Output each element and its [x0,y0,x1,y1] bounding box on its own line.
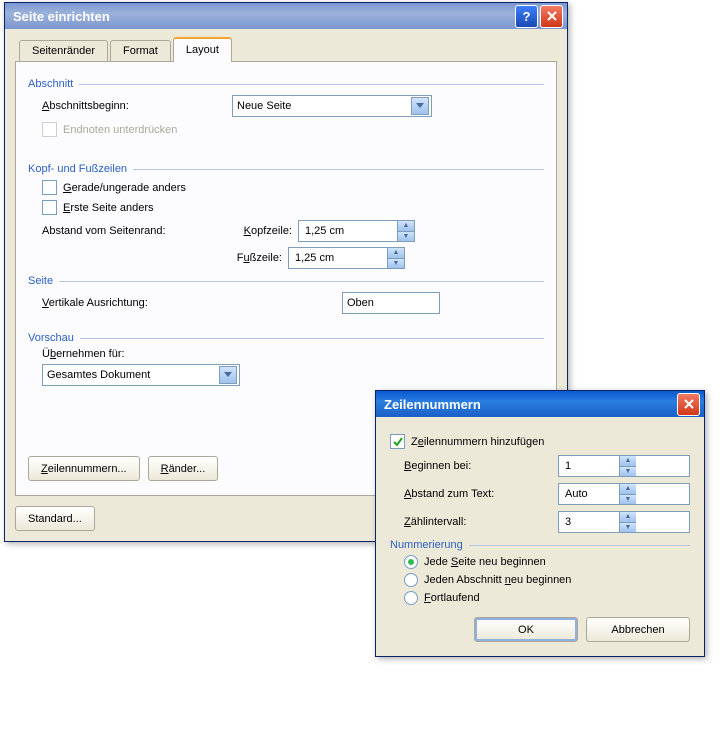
window-title: Zeilennummern [384,397,481,412]
add-line-numbers-checkbox[interactable] [390,434,405,449]
chevron-down-icon[interactable] [219,366,237,384]
odd-even-checkbox[interactable] [42,180,57,195]
spin-down-icon[interactable]: ▼ [397,231,414,242]
spin-up-icon[interactable]: ▲ [397,221,414,231]
line-numbers-button[interactable]: Zeilennummern... [28,456,140,481]
first-page-label: Erste Seite anders [63,202,154,214]
header-sublabel: Kopfzeile: [222,225,292,237]
tab-strip: Seitenränder Format Layout [15,37,557,62]
spin-down-icon[interactable]: ▼ [387,258,404,269]
first-page-checkbox[interactable] [42,200,57,215]
start-at-label: Beginnen bei: [404,460,548,472]
distance-text-spinner[interactable]: Auto ▲▼ [558,483,690,505]
distance-label: Abstand vom Seitenrand: [42,225,212,237]
preview-heading: Vorschau [28,332,544,344]
close-button[interactable] [540,5,563,28]
section-start-label: Abschnittsbeginn: [42,100,222,112]
restart-each-section-radio[interactable] [404,573,418,587]
header-footer-heading: Kopf- und Fußzeilen [28,163,544,175]
apply-to-label: Übernehmen für: [42,348,544,360]
add-line-numbers-label: Zeilennummern hinzufügen [411,436,544,448]
numbering-heading: Nummerierung [390,539,690,551]
count-interval-spinner[interactable]: 3 ▲▼ [558,511,690,533]
spin-down-icon[interactable]: ▼ [619,494,636,505]
spin-up-icon[interactable]: ▲ [619,484,636,494]
line-numbers-dialog: Zeilennummern Zeilennummern hinzufügen B… [375,390,705,657]
default-button[interactable]: Standard... [15,506,95,531]
section-start-dropdown[interactable]: Neue Seite [232,95,432,117]
restart-each-page-label: Jede Seite neu beginnen [424,556,546,568]
spin-down-icon[interactable]: ▼ [619,522,636,533]
restart-each-page-radio[interactable] [404,555,418,569]
tab-layout[interactable]: Layout [173,37,232,62]
tab-format[interactable]: Format [110,40,171,62]
footer-sublabel: Fußzeile: [212,252,282,264]
titlebar[interactable]: Zeilennummern [376,391,704,417]
page-heading: Seite [28,275,544,287]
restart-each-section-label: Jeden Abschnitt neu beginnen [424,574,571,586]
valign-label: Vertikale Ausrichtung: [42,297,332,309]
cancel-button[interactable]: Abbrechen [586,617,690,642]
suppress-endnotes-checkbox [42,122,57,137]
help-button[interactable]: ? [515,5,538,28]
chevron-down-icon[interactable] [411,97,429,115]
suppress-endnotes-label: Endnoten unterdrücken [63,124,177,136]
titlebar[interactable]: Seite einrichten ? [5,3,567,29]
spin-up-icon[interactable]: ▲ [387,248,404,258]
close-button[interactable] [677,393,700,416]
continuous-label: Fortlaufend [424,592,480,604]
window-title: Seite einrichten [13,9,110,24]
valign-dropdown[interactable]: Oben [342,292,440,314]
borders-button[interactable]: Ränder... [148,456,219,481]
odd-even-label: Gerade/ungerade anders [63,182,186,194]
spin-down-icon[interactable]: ▼ [619,466,636,477]
distance-text-label: Abstand zum Text: [404,488,548,500]
continuous-radio[interactable] [404,591,418,605]
ok-button[interactable]: OK [474,617,578,642]
section-heading: Abschnitt [28,78,544,90]
footer-spinner[interactable]: 1,25 cm ▲▼ [288,247,405,269]
count-interval-label: Zählintervall: [404,516,548,528]
spin-up-icon[interactable]: ▲ [619,456,636,466]
apply-to-dropdown[interactable]: Gesamtes Dokument [42,364,240,386]
header-spinner[interactable]: 1,25 cm ▲▼ [298,220,415,242]
tab-margins[interactable]: Seitenränder [19,40,108,62]
start-at-spinner[interactable]: 1 ▲▼ [558,455,690,477]
spin-up-icon[interactable]: ▲ [619,512,636,522]
